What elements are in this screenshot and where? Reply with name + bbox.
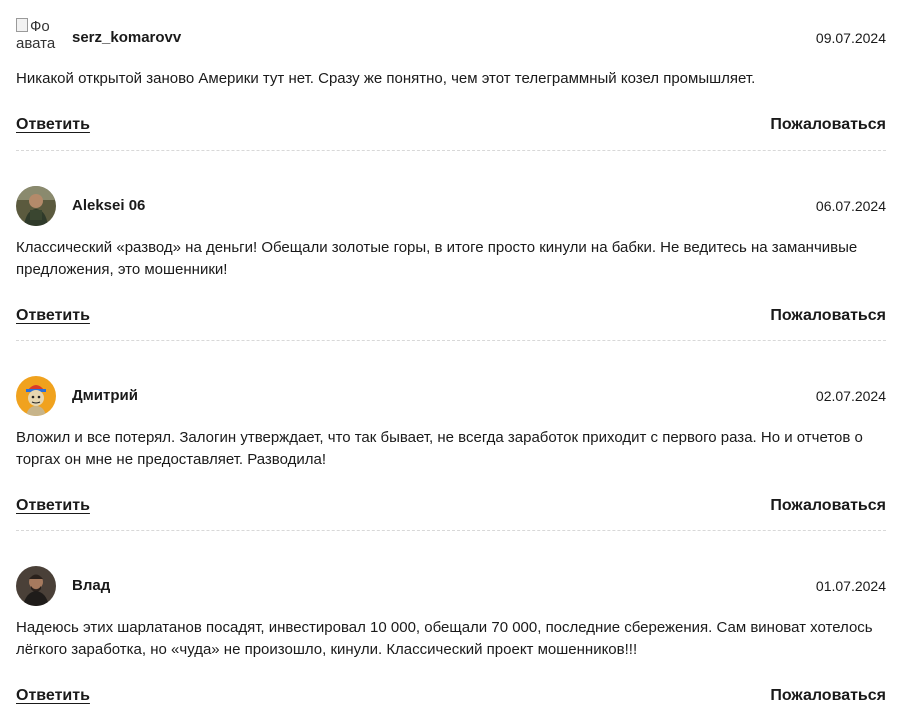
comment-actions: Ответить Пожаловаться	[16, 307, 886, 331]
comment-item: Влад 01.07.2024 Надеюсь этих шарлатанов …	[16, 566, 886, 711]
reply-link[interactable]: Ответить	[16, 116, 90, 134]
report-link[interactable]: Пожаловаться	[770, 116, 886, 134]
avatar	[16, 186, 56, 226]
divider	[16, 150, 886, 151]
divider	[16, 530, 886, 531]
comment-author[interactable]: Влад	[72, 577, 110, 594]
comment-item: Фо авата serz_komarovv 09.07.2024 Никакой…	[16, 18, 886, 140]
comment-date: 06.07.2024	[815, 198, 886, 214]
comment-text: Никакой открытой заново Америки тут нет.…	[16, 70, 756, 87]
comment-item: Aleksei 06 06.07.2024 Классический «разв…	[16, 186, 886, 331]
comment-actions: Ответить Пожаловаться	[16, 116, 886, 140]
comment-header: Дмитрий 02.07.2024	[16, 376, 886, 418]
comment-date: 01.07.2024	[815, 578, 886, 594]
reply-link[interactable]: Ответить	[16, 307, 90, 325]
comment-actions: Ответить Пожаловаться	[16, 687, 886, 711]
report-link[interactable]: Пожаловаться	[770, 497, 886, 515]
comments-list: Фо авата serz_komarovv 09.07.2024 Никакой…	[0, 0, 913, 717]
comment-date: 09.07.2024	[815, 30, 886, 46]
comment-header: Фо авата serz_komarovv 09.07.2024	[16, 18, 886, 60]
comment-author[interactable]: serz_komarovv	[72, 29, 181, 46]
comment-text: Надеюсь этих шарлатанов посадят, инвести…	[16, 619, 873, 658]
avatar	[16, 376, 56, 416]
broken-image-icon	[16, 18, 28, 32]
comment-author[interactable]: Aleksei 06	[72, 197, 145, 214]
comment-text: Классический «развод» на деньги! Обещали…	[16, 239, 858, 278]
comment-text: Вложил и все потерял. Залогин утверждает…	[16, 429, 863, 468]
comment-date: 02.07.2024	[815, 388, 886, 404]
comment-author[interactable]: Дмитрий	[72, 387, 138, 404]
avatar-photo-icon	[16, 566, 56, 606]
reply-link[interactable]: Ответить	[16, 497, 90, 515]
report-link[interactable]: Пожаловаться	[770, 307, 886, 325]
comment-actions: Ответить Пожаловаться	[16, 497, 886, 521]
comment-header: Aleksei 06 06.07.2024	[16, 186, 886, 228]
divider	[16, 340, 886, 341]
avatar-cartoon-icon	[16, 376, 56, 416]
comment-header: Влад 01.07.2024	[16, 566, 886, 608]
avatar	[16, 566, 56, 606]
avatar-photo-icon	[16, 186, 56, 226]
comment-item: Дмитрий 02.07.2024 Вложил и все потерял.…	[16, 376, 886, 521]
reply-link[interactable]: Ответить	[16, 687, 90, 705]
report-link[interactable]: Пожаловаться	[770, 687, 886, 705]
avatar-broken-image: Фо авата	[16, 18, 56, 52]
